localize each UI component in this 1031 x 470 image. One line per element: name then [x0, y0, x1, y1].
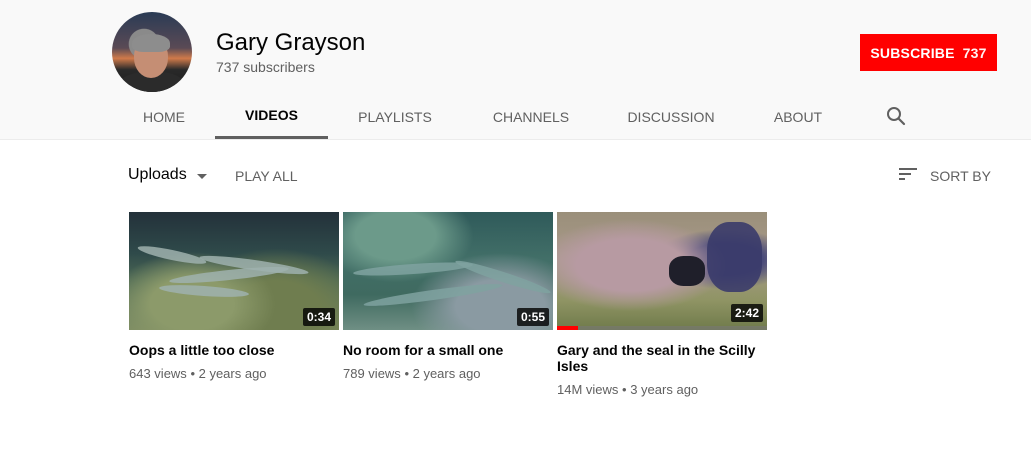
- video-meta: 643 views • 2 years ago: [129, 366, 339, 381]
- uploads-dropdown[interactable]: Uploads: [128, 166, 207, 184]
- avatar-hair: [132, 34, 170, 52]
- sort-by-button[interactable]: SORT BY: [898, 166, 991, 185]
- video-meta: 14M views • 3 years ago: [557, 382, 767, 397]
- tab-home[interactable]: HOME: [128, 94, 200, 139]
- meta-separator: •: [404, 366, 413, 381]
- thumbnail-shape: [136, 242, 208, 268]
- video-duration: 2:42: [730, 304, 763, 322]
- meta-separator: •: [190, 366, 199, 381]
- search-icon[interactable]: [884, 104, 908, 128]
- sort-icon: [898, 166, 918, 185]
- diver-shape: [707, 222, 762, 292]
- subscribe-count: 737: [962, 44, 987, 61]
- sort-label: SORT BY: [930, 167, 991, 184]
- video-card[interactable]: 2:42 Gary and the seal in the Scilly Isl…: [557, 212, 767, 397]
- video-meta: 789 views • 2 years ago: [343, 366, 553, 381]
- tab-discussion[interactable]: DISCUSSION: [614, 94, 728, 139]
- video-duration: 0:55: [516, 308, 549, 326]
- video-thumbnail[interactable]: 0:34: [129, 212, 339, 330]
- subscribe-button[interactable]: SUBSCRIBE 737: [860, 34, 997, 71]
- video-duration: 0:34: [302, 308, 335, 326]
- watched-progress-bar: [557, 326, 767, 330]
- video-title[interactable]: No room for a small one: [343, 342, 553, 358]
- channel-header: Gary Grayson 737 subscribers SUBSCRIBE 7…: [0, 0, 1031, 140]
- hand-shape: [669, 256, 705, 286]
- thumbnail-shape: [158, 282, 250, 300]
- video-card[interactable]: 0:55 No room for a small one 789 views •…: [343, 212, 553, 381]
- video-age: 2 years ago: [198, 366, 267, 381]
- tab-about[interactable]: ABOUT: [760, 94, 836, 139]
- watched-progress-fill: [557, 326, 578, 330]
- video-views: 14M views: [557, 382, 619, 397]
- video-age: 2 years ago: [412, 366, 481, 381]
- thumbnail-shape: [362, 280, 504, 310]
- video-thumbnail[interactable]: 2:42: [557, 212, 767, 330]
- video-title[interactable]: Gary and the seal in the Scilly Isles: [557, 342, 767, 374]
- video-title[interactable]: Oops a little too close: [129, 342, 339, 358]
- subscribe-label: SUBSCRIBE: [870, 44, 955, 61]
- video-views: 789 views: [343, 366, 401, 381]
- video-thumbnail[interactable]: 0:55: [343, 212, 553, 330]
- tab-channels[interactable]: CHANNELS: [478, 94, 584, 139]
- channel-avatar[interactable]: [112, 12, 192, 92]
- channel-name: Gary Grayson: [216, 29, 366, 56]
- play-all-button[interactable]: PLAY ALL: [235, 168, 298, 184]
- video-card[interactable]: 0:34 Oops a little too close 643 views •…: [129, 212, 339, 381]
- subscriber-count: 737 subscribers: [216, 59, 315, 75]
- meta-separator: •: [622, 382, 631, 397]
- video-views: 643 views: [129, 366, 187, 381]
- uploads-label: Uploads: [128, 166, 187, 183]
- tab-videos[interactable]: VIDEOS: [215, 94, 328, 139]
- channel-tabs: HOME VIDEOS PLAYLISTS CHANNELS DISCUSSIO…: [0, 94, 1031, 140]
- chevron-down-icon: [196, 173, 207, 179]
- video-age: 3 years ago: [630, 382, 699, 397]
- tab-playlists[interactable]: PLAYLISTS: [344, 94, 446, 139]
